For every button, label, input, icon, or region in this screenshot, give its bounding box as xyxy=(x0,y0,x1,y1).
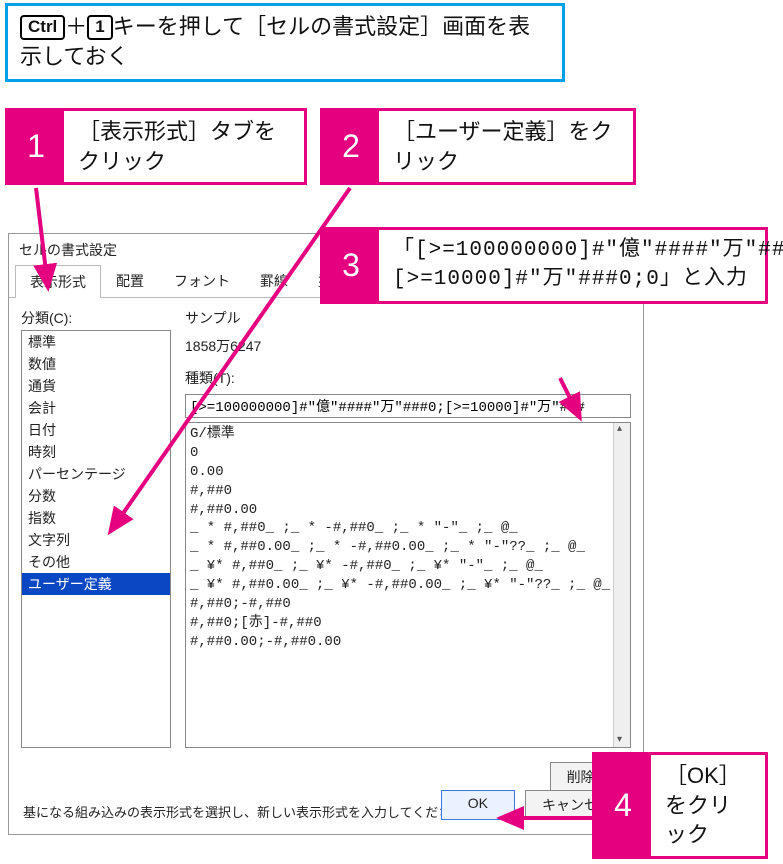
instruction-box: Ctrl＋1キーを押して［セルの書式設定］画面を表示しておく xyxy=(5,3,565,82)
scrollbar[interactable] xyxy=(613,423,630,747)
list-item[interactable]: 時刻 xyxy=(22,441,170,463)
format-item[interactable]: 0.00 xyxy=(190,464,224,480)
step-text: 「[>=100000000]#"億"####"万"###0;[>=10000]#… xyxy=(379,230,783,301)
list-item[interactable]: パーセンテージ xyxy=(22,463,170,485)
list-item[interactable]: 分数 xyxy=(22,485,170,507)
step-number: 3 xyxy=(323,230,379,301)
format-item[interactable]: _ ¥* #,##0.00_ ;_ ¥* -#,##0.00_ ;_ ¥* "-… xyxy=(190,577,618,593)
tab-alignment[interactable]: 配置 xyxy=(101,264,159,297)
list-item[interactable]: 数値 xyxy=(22,353,170,375)
step-callout-4: 4 ［OK］をクリック xyxy=(592,752,768,859)
format-item[interactable]: #,##0;-#,##0 xyxy=(190,596,291,612)
step-number: 4 xyxy=(595,755,651,856)
list-item[interactable]: その他 xyxy=(22,551,170,573)
step-text: ［ユーザー定義］をクリック xyxy=(379,111,633,182)
step-text: ［表示形式］タブをクリック xyxy=(64,111,304,182)
format-item[interactable]: #,##0.00;-#,##0.00 xyxy=(190,634,341,650)
type-label: 種類(T): xyxy=(185,368,631,388)
format-item[interactable]: 0 xyxy=(190,445,198,461)
tab-font[interactable]: フォント xyxy=(159,264,245,297)
step-callout-2: 2 ［ユーザー定義］をクリック xyxy=(320,108,636,185)
format-list[interactable]: G/標準 0 0.00 #,##0 #,##0.00 _ * #,##0_ ;_… xyxy=(185,422,631,748)
sample-value: 1858万6247 xyxy=(185,334,631,364)
list-item[interactable]: 日付 xyxy=(22,419,170,441)
step-callout-1: 1 ［表示形式］タブをクリック xyxy=(5,108,307,185)
format-item[interactable]: _ ¥* #,##0_ ;_ ¥* -#,##0_ ;_ ¥* "-"_ ;_ … xyxy=(190,558,551,574)
tab-number-format[interactable]: 表示形式 xyxy=(15,265,101,298)
sample-label: サンプル xyxy=(185,308,631,328)
list-item[interactable]: 会計 xyxy=(22,397,170,419)
list-item[interactable]: 文字列 xyxy=(22,529,170,551)
format-item[interactable]: #,##0;[赤]-#,##0 xyxy=(190,615,322,631)
list-item[interactable]: 指数 xyxy=(22,507,170,529)
plus-sign: ＋ xyxy=(65,14,87,39)
format-item[interactable]: G/標準 xyxy=(190,426,235,442)
format-item[interactable]: #,##0 xyxy=(190,483,232,499)
list-item[interactable]: 標準 xyxy=(22,331,170,353)
step-callout-3: 3 「[>=100000000]#"億"####"万"###0;[>=10000… xyxy=(320,227,768,304)
format-item[interactable]: _ * #,##0.00_ ;_ * -#,##0.00_ ;_ * "-"??… xyxy=(190,539,593,555)
ok-button[interactable]: OK xyxy=(441,790,515,820)
list-item[interactable]: 通貨 xyxy=(22,375,170,397)
type-input[interactable] xyxy=(185,394,631,418)
category-label: 分類(C): xyxy=(21,308,171,328)
format-cells-dialog: セルの書式設定 表示形式 配置 フォント 罫線 塗りつぶし 分類(C): 標準 … xyxy=(8,233,644,835)
tab-border[interactable]: 罫線 xyxy=(245,264,303,297)
step-text: ［OK］をクリック xyxy=(651,755,765,856)
key-ctrl: Ctrl xyxy=(20,15,65,40)
step-number: 2 xyxy=(323,111,379,182)
format-item[interactable]: _ * #,##0_ ;_ * -#,##0_ ;_ * "-"_ ;_ @_ xyxy=(190,520,526,536)
format-item[interactable]: #,##0.00 xyxy=(190,502,257,518)
step-number: 1 xyxy=(8,111,64,182)
list-item-user-defined[interactable]: ユーザー定義 xyxy=(22,573,170,595)
category-listbox[interactable]: 標準 数値 通貨 会計 日付 時刻 パーセンテージ 分数 指数 文字列 その他 … xyxy=(21,330,171,748)
key-1: 1 xyxy=(87,15,112,40)
